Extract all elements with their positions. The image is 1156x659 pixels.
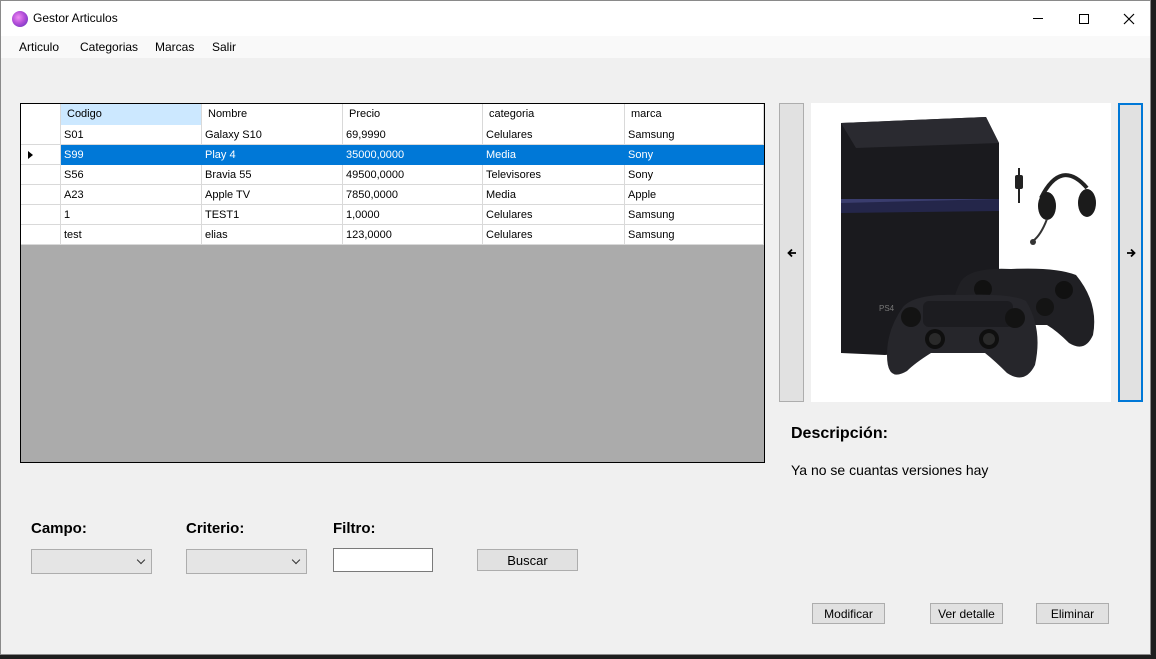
table-row[interactable]: A23 Apple TV 7850,0000 Media Apple (21, 185, 764, 205)
cell-marca[interactable]: Apple (625, 185, 764, 205)
cell-precio[interactable]: 35000,0000 (343, 145, 483, 165)
view-detail-button[interactable]: Ver detalle (930, 603, 1003, 624)
maximize-icon (1079, 13, 1089, 24)
cell-nombre[interactable]: Play 4 (202, 145, 343, 165)
cell-codigo[interactable]: S01 (61, 125, 202, 145)
cell-nombre[interactable]: TEST1 (202, 205, 343, 225)
close-icon (1123, 13, 1135, 24)
cell-marca[interactable]: Samsung (625, 125, 764, 145)
corner-header-cell[interactable] (21, 104, 61, 125)
row-header[interactable] (21, 125, 61, 145)
cell-marca[interactable]: Sony (625, 145, 764, 165)
minimize-icon (1033, 18, 1043, 19)
campo-label: Campo: (31, 520, 87, 537)
articles-grid[interactable]: Codigo Nombre Precio categoria marca S01… (20, 103, 765, 463)
cell-categoria[interactable]: Celulares (483, 205, 625, 225)
criterio-select[interactable] (186, 549, 307, 574)
cell-nombre[interactable]: Apple TV (202, 185, 343, 205)
menu-salir[interactable]: Salir (212, 40, 236, 54)
table-row[interactable]: S99 Play 4 35000,0000 Media Sony (21, 145, 764, 165)
app-icon (12, 11, 28, 27)
arrow-left-icon (786, 248, 796, 257)
window-title: Gestor Articulos (33, 11, 118, 25)
chevron-down-icon (136, 555, 146, 565)
product-image: PS4 (811, 103, 1111, 402)
title-bar: Gestor Articulos (1, 1, 1150, 36)
campo-select[interactable] (31, 549, 152, 574)
filtro-input[interactable] (333, 548, 433, 572)
menu-marcas[interactable]: Marcas (155, 40, 194, 54)
cell-marca[interactable]: Sony (625, 165, 764, 185)
cell-precio[interactable]: 69,9990 (343, 125, 483, 145)
column-header-codigo[interactable]: Codigo (61, 104, 202, 125)
menu-categorias[interactable]: Categorias (80, 40, 138, 54)
row-header[interactable] (21, 185, 61, 205)
cell-codigo[interactable]: A23 (61, 185, 202, 205)
column-header-marca[interactable]: marca (625, 104, 764, 125)
prev-image-button[interactable] (779, 103, 804, 402)
table-row[interactable]: S01 Galaxy S10 69,9990 Celulares Samsung (21, 125, 764, 145)
cell-nombre[interactable]: elias (202, 225, 343, 245)
cell-nombre[interactable]: Galaxy S10 (202, 125, 343, 145)
cell-marca[interactable]: Samsung (625, 225, 764, 245)
modify-button[interactable]: Modificar (812, 603, 885, 624)
console-image: PS4 (811, 103, 1111, 402)
delete-button[interactable]: Eliminar (1036, 603, 1109, 624)
column-header-precio[interactable]: Precio (343, 104, 483, 125)
main-window: Gestor Articulos Articulo Categorias Mar… (0, 0, 1151, 655)
cell-nombre[interactable]: Bravia 55 (202, 165, 343, 185)
cell-codigo[interactable]: 1 (61, 205, 202, 225)
row-header[interactable] (21, 145, 61, 165)
menu-bar: Articulo Categorias Marcas Salir (1, 36, 1150, 58)
column-header-categoria[interactable]: categoria (483, 104, 625, 125)
current-row-icon (28, 151, 33, 159)
cell-codigo[interactable]: S56 (61, 165, 202, 185)
cell-codigo[interactable]: test (61, 225, 202, 245)
minimize-button[interactable] (1015, 1, 1061, 36)
menu-articulo[interactable]: Articulo (19, 40, 59, 54)
description-label: Descripción: (791, 425, 888, 442)
arrow-right-icon (1126, 248, 1136, 257)
cell-precio[interactable]: 123,0000 (343, 225, 483, 245)
chevron-down-icon (291, 555, 301, 565)
maximize-button[interactable] (1061, 1, 1107, 36)
cell-categoria[interactable]: Celulares (483, 225, 625, 245)
cell-codigo[interactable]: S99 (61, 145, 202, 165)
search-button[interactable]: Buscar (477, 549, 578, 571)
table-row[interactable]: test elias 123,0000 Celulares Samsung (21, 225, 764, 245)
row-header[interactable] (21, 205, 61, 225)
cell-precio[interactable]: 49500,0000 (343, 165, 483, 185)
row-header[interactable] (21, 225, 61, 245)
svg-text:PS4: PS4 (879, 304, 895, 313)
description-text: Ya no se cuantas versiones hay (791, 462, 989, 478)
cell-marca[interactable]: Samsung (625, 205, 764, 225)
cell-precio[interactable]: 1,0000 (343, 205, 483, 225)
row-header[interactable] (21, 165, 61, 185)
cell-categoria[interactable]: Media (483, 185, 625, 205)
table-row[interactable]: S56 Bravia 55 49500,0000 Televisores Sony (21, 165, 764, 185)
filtro-label: Filtro: (333, 520, 376, 537)
close-button[interactable] (1106, 1, 1150, 36)
cell-categoria[interactable]: Celulares (483, 125, 625, 145)
column-header-nombre[interactable]: Nombre (202, 104, 343, 125)
table-row[interactable]: 1 TEST1 1,0000 Celulares Samsung (21, 205, 764, 225)
cell-categoria[interactable]: Media (483, 145, 625, 165)
criterio-label: Criterio: (186, 520, 245, 537)
cell-categoria[interactable]: Televisores (483, 165, 625, 185)
next-image-button[interactable] (1118, 103, 1143, 402)
cell-precio[interactable]: 7850,0000 (343, 185, 483, 205)
grid-header: Codigo Nombre Precio categoria marca (21, 104, 764, 125)
